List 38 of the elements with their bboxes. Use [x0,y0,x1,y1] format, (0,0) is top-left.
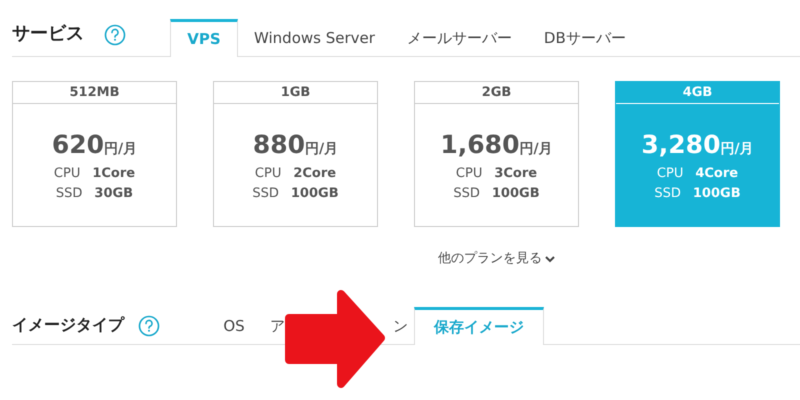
plan-memory: 512MB [13,82,176,104]
spec-value: 30GB [94,184,134,202]
plan-memory: 2GB [415,82,578,104]
spec-value: 100GB [290,184,339,202]
section-label: イメージタイプ [12,314,126,336]
help-icon[interactable] [104,24,126,46]
spec-label: SSD [453,184,480,202]
spec-label: SSD [252,184,279,202]
spec-label: CPU [456,164,482,182]
plan-price: 3,280円/月 [641,129,754,161]
more-plans-link[interactable]: 他のプランを見る [438,249,556,268]
plan-memory: 4GB [616,82,779,104]
section-label: サービス [12,22,85,46]
plan-price: 620円/月 [52,129,138,161]
tab-label-fragment[interactable]: ア [270,314,285,338]
tab[interactable]: メールサーバー [390,18,528,56]
plan-card[interactable]: 512MB 620円/月 CPU 1Core SSD 30GB [12,81,177,227]
plan-price: 880円/月 [252,129,338,161]
spec-value: 100GB [492,184,540,202]
spec-value: 4Core [695,164,738,182]
spec-value: 2Core [293,164,336,182]
help-icon[interactable] [138,314,160,336]
tab[interactable]: DBサーバー [528,18,642,56]
spec-value: 100GB [692,184,741,202]
tab[interactable]: Windows Server [238,18,391,56]
plan-card[interactable]: 2GB 1,680円/月 CPU 3Core SSD 100GB [414,81,579,227]
spec-label: CPU [54,164,80,182]
spec-label: SSD [654,184,681,202]
plan-price: 1,680円/月 [440,129,553,161]
tab-label-fragment[interactable]: ン [393,314,408,338]
spec-value: 1Core [92,164,136,182]
spec-label: CPU [656,164,684,182]
spec-value: 3Core [494,164,538,182]
plan-memory: 1GB [214,82,377,104]
spec-label: CPU [254,164,282,182]
spec-label: SSD [56,184,82,202]
tab[interactable]: OS [204,306,264,344]
plan-card[interactable]: 1GB 880円/月 CPU 2Core SSD 100GB [213,81,378,227]
